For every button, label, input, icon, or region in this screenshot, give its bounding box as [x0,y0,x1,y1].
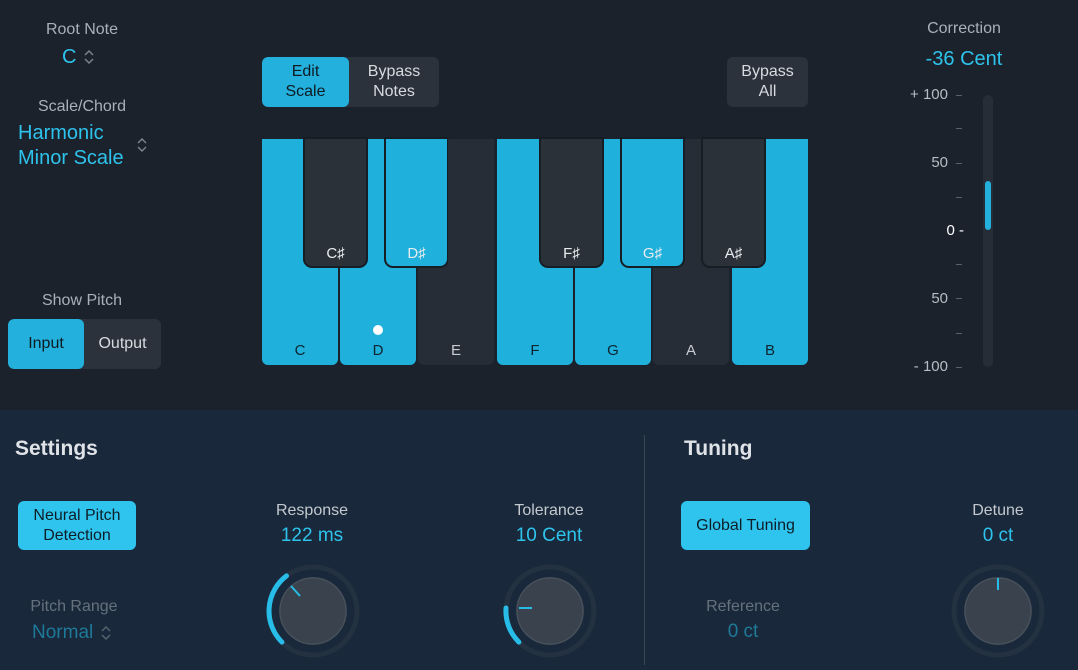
root-note-selector[interactable]: C [62,45,112,69]
neural-pitch-detection-button[interactable]: Neural Pitch Detection [18,501,136,550]
black-key-g-sharp[interactable]: G♯ [622,139,683,266]
key-label: C♯ [326,245,345,262]
scale-tick [956,298,962,299]
section-divider [644,435,645,665]
scale-tick [956,197,962,198]
key-label: A [685,342,696,359]
detune-value: 0 ct [982,525,1014,546]
black-key-a-sharp[interactable]: A♯ [703,139,764,266]
up-down-chevron-icon [137,138,147,152]
detune-knob[interactable] [949,562,1047,660]
correction-meter-fill [985,181,991,230]
tolerance-value: 10 Cent [515,525,583,546]
black-key-d-sharp[interactable]: D♯ [386,139,447,266]
scale-chord-label: Scale/Chord [37,98,127,115]
show-pitch-label: Show Pitch [41,292,123,309]
pitch-range-value: Normal [32,622,94,643]
key-label: E [450,342,461,359]
key-label: G [607,342,619,359]
global-tuning-button[interactable]: Global Tuning [681,501,810,550]
up-down-chevron-icon [84,50,94,64]
key-label: D♯ [407,245,426,262]
edit-mode-toggle: Edit Scale Bypass Notes [262,57,439,107]
edit-scale-label-2: Scale [285,83,326,100]
bypass-all-label-2: All [758,83,777,100]
scale-tick [956,264,962,265]
response-label: Response [275,502,349,519]
pitch-indicator-dot [373,325,383,335]
show-pitch-toggle: Input Output [8,319,161,369]
key-label: C [294,342,306,359]
bypass-notes-label-1: Bypass [367,63,421,80]
black-key-f-sharp[interactable]: F♯ [541,139,602,266]
show-pitch-input-button[interactable]: Input [8,319,84,369]
scale-chord-selector[interactable]: Harmonic Minor Scale [18,121,158,173]
edit-scale-label-1: Edit [291,63,320,80]
correction-scale-label: 50 [931,290,948,307]
show-pitch-output-button[interactable]: Output [84,319,161,369]
key-gap [448,139,492,266]
bypass-all-label-1: Bypass [741,63,794,80]
response-value: 122 ms [280,525,344,546]
up-down-chevron-icon [101,626,111,640]
root-note-label: Root Note [45,21,119,38]
correction-meter-track [983,95,993,367]
bypass-notes-label-2: Notes [373,83,415,100]
reference-label: Reference [706,598,780,615]
bypass-notes-button[interactable]: Bypass Notes [349,57,439,107]
settings-title: Settings [15,437,98,460]
key-label: D [372,342,384,359]
tolerance-label: Tolerance [514,502,584,519]
response-knob[interactable] [264,562,362,660]
correction-scale-label: 0 - [946,222,964,239]
scale-tick [956,163,962,164]
tolerance-knob[interactable] [501,562,599,660]
key-label: B [764,342,775,359]
pitch-range-selector[interactable]: Normal [32,620,132,646]
correction-scale-label: - 100 [913,358,948,375]
key-label: G♯ [642,245,663,262]
root-note-value: C [62,45,77,68]
key-label: F [530,342,540,359]
scale-tick [956,333,962,334]
reference-value[interactable]: 0 ct [683,621,803,643]
pitch-range-label: Pitch Range [30,598,118,615]
scale-tick [956,128,962,129]
bypass-all-button[interactable]: Bypass All [727,57,808,107]
tuning-title: Tuning [684,437,753,460]
correction-label: Correction [927,20,1001,37]
correction-scale-label: + 100 [910,86,948,103]
correction-scale-label: 50 [931,154,948,171]
scale-keyboard: C D E F G A B C♯ D♯ F♯ G♯ A♯ [262,139,808,365]
scale-tick [956,95,962,96]
edit-scale-button[interactable]: Edit Scale [262,57,349,107]
neural-label-2: Detection [43,526,111,544]
neural-label-1: Neural Pitch [33,506,121,524]
key-label: F♯ [563,245,580,262]
correction-value: -36 Cent [925,48,1003,70]
black-key-c-sharp[interactable]: C♯ [305,139,366,266]
scale-tick [956,367,962,368]
detune-label: Detune [972,502,1024,519]
key-label: A♯ [724,245,743,262]
